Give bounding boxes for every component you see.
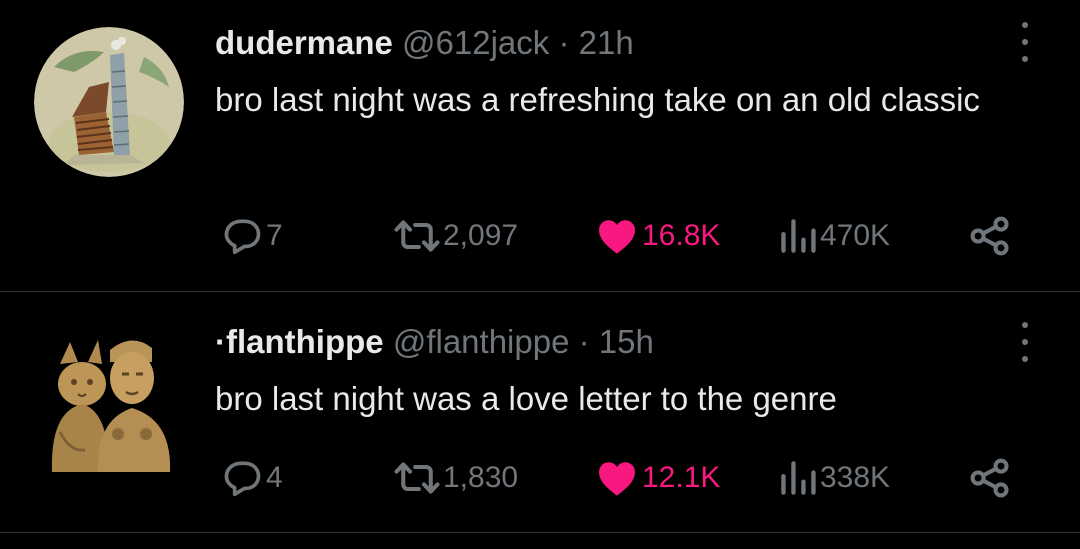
retweet-icon: [394, 462, 440, 494]
avatar[interactable]: [40, 322, 190, 472]
reply-button[interactable]: 4: [220, 456, 283, 500]
display-name[interactable]: dudermane: [215, 24, 393, 61]
avatar[interactable]: [34, 27, 184, 177]
retweet-button[interactable]: 1,830: [393, 456, 518, 500]
stone-statue-icon: [51, 340, 171, 472]
retweet-button[interactable]: 2,097: [393, 214, 518, 258]
reply-icon: [224, 219, 261, 255]
reply-icon: [224, 461, 261, 497]
heart-icon: [599, 462, 635, 496]
more-options-icon[interactable]: [1018, 22, 1032, 62]
views-icon: [781, 461, 816, 495]
tweet[interactable]: ·flanthippe @flanthippe · 15h bro last n…: [0, 292, 1080, 532]
display-name[interactable]: ·flanthippe: [215, 323, 384, 360]
views-button[interactable]: 338K: [778, 456, 890, 500]
tweet-header: ·flanthippe @flanthippe · 15h: [215, 322, 654, 362]
views-count: 338K: [820, 461, 891, 494]
tweet[interactable]: dudermane @612jack · 21h bro last night …: [0, 0, 1080, 291]
log-cabin-icon: [34, 27, 184, 177]
views-icon: [781, 219, 816, 253]
retweet-icon: [394, 220, 440, 252]
share-icon: [970, 458, 1009, 498]
reply-button[interactable]: 7: [220, 214, 283, 258]
like-count: 16.8K: [642, 219, 721, 252]
like-button[interactable]: 12.1K: [594, 456, 720, 500]
tweet-header: dudermane @612jack · 21h: [215, 23, 634, 63]
retweet-count: 1,830: [443, 461, 519, 494]
timestamp[interactable]: 15h: [599, 323, 654, 360]
views-button[interactable]: 470K: [778, 214, 890, 258]
separator-dot: ·: [558, 24, 570, 61]
tweet-text: bro last night was a love letter to the …: [215, 380, 837, 417]
timestamp[interactable]: 21h: [579, 24, 634, 61]
like-count: 12.1K: [642, 461, 721, 494]
retweet-count: 2,097: [443, 219, 519, 252]
tweet-actions: 7 2,097 16.8K 470K: [0, 214, 1080, 258]
user-handle[interactable]: @612jack: [402, 24, 549, 61]
reply-count: 4: [266, 461, 283, 494]
separator-dot: ·: [578, 323, 590, 360]
share-button[interactable]: [968, 456, 1012, 500]
more-options-icon[interactable]: [1018, 322, 1032, 362]
views-count: 470K: [820, 219, 891, 252]
tweet-actions: 4 1,830 12.1K 338K: [0, 456, 1080, 500]
tweet-divider: [0, 532, 1080, 533]
share-button[interactable]: [968, 214, 1012, 258]
share-icon: [970, 216, 1009, 256]
user-handle[interactable]: @flanthippe: [393, 323, 570, 360]
reply-count: 7: [266, 219, 283, 252]
tweet-text: bro last night was a refreshing take on …: [215, 81, 980, 118]
like-button[interactable]: 16.8K: [594, 214, 720, 258]
heart-icon: [599, 220, 635, 254]
